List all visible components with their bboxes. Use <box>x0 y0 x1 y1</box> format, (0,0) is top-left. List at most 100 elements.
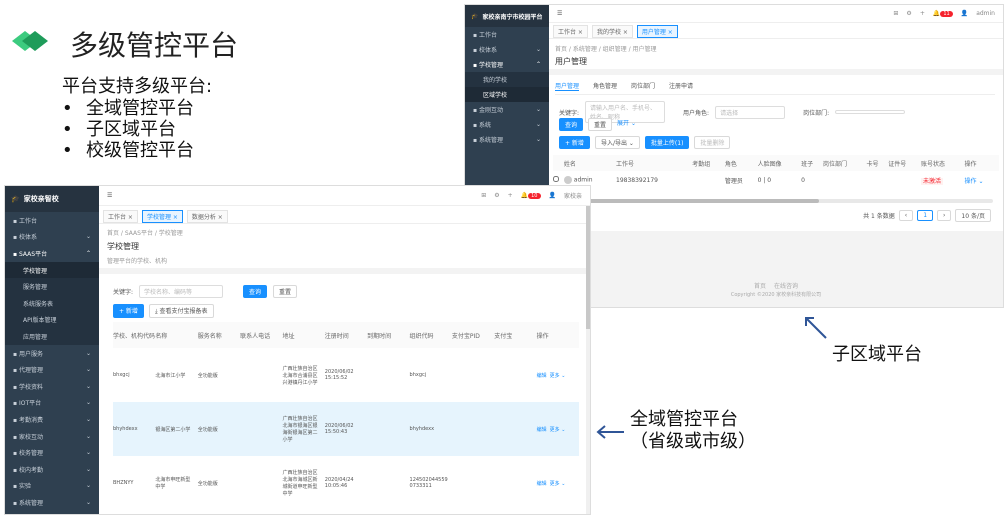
label-sub-region: 子区域平台 <box>832 344 922 365</box>
tab-my-school[interactable]: 我的学校 × <box>591 25 633 38</box>
admin-name[interactable]: admin <box>976 10 995 17</box>
more-dropdown[interactable]: 更多 ⌄ <box>550 427 566 433</box>
bell-icon[interactable]: 🔔 10 <box>521 192 541 199</box>
sidebar-item[interactable]: ▪ 系统管理 ⌄ <box>465 132 549 147</box>
sidebar-item[interactable]: ▪ IOT平台 ⌄ <box>5 395 99 412</box>
subtab-role[interactable]: 角色管理 <box>593 81 617 91</box>
settings-icon[interactable]: ⚙ <box>494 192 499 199</box>
cell-pid <box>452 402 494 456</box>
sidebar-item[interactable]: ▪ 系统管理 ⌄ <box>5 494 99 511</box>
footer-links[interactable]: 首页 在线咨询 <box>549 281 1003 290</box>
row-action-link[interactable]: 操作 ⌄ <box>965 171 999 189</box>
breadcrumb: 首页 / 系统管理 / 组织管理 / 用户管理 <box>555 46 657 53</box>
tab-data-analysis[interactable]: 数据分析 × <box>186 210 228 223</box>
sidebar-item[interactable]: 区域学校 <box>465 87 549 102</box>
next-page-button[interactable]: › <box>937 210 952 221</box>
sidebar-item[interactable]: 应用管理 <box>5 328 99 345</box>
row-checkbox[interactable] <box>553 176 559 182</box>
more-dropdown[interactable]: 更多 ⌄ <box>550 481 566 487</box>
sidebar-item[interactable]: ▪ 校内考勤 ⌄ <box>5 461 99 478</box>
sidebar-item[interactable]: ▪ 校体系 ⌄ <box>5 229 99 246</box>
batch-upload-button[interactable]: 批量上传(1) <box>644 136 690 149</box>
download-report-button[interactable]: ⤓ 查看支付宝报备表 <box>148 304 214 318</box>
graduation-cap-icon: 🎓 <box>471 12 479 20</box>
keyword-input[interactable]: 学校名称、编码等 <box>139 285 224 298</box>
sidebar-item[interactable]: ▪ 用户服务 ⌄ <box>5 345 99 362</box>
batch-delete-button[interactable]: 批量删除 <box>694 136 731 149</box>
reset-button[interactable]: 重置 <box>273 285 298 298</box>
prev-page-button[interactable]: ‹ <box>898 210 914 221</box>
chevron-icon: ⌄ <box>535 121 541 128</box>
subtab-dept[interactable]: 岗位部门 <box>631 81 655 91</box>
reset-button[interactable]: 重置 <box>588 118 613 131</box>
vertical-scrollbar[interactable] <box>586 206 590 514</box>
table-row[interactable]: admin 19838392179 管理员 0 | 0 0 未激活 操作 ⌄ <box>553 171 999 189</box>
chevron-icon: ⌄ <box>85 415 91 423</box>
table-row[interactable]: bhyhdexx 银海区第二小学 全功能版 广西壮族自治区北海市银海区银海街银海区第二… <box>113 402 579 456</box>
sidebar-item[interactable]: ▪ 校体系 ⌄ <box>465 42 549 57</box>
add-button[interactable]: + 新增 <box>113 304 144 318</box>
search-button[interactable]: 查询 <box>559 118 584 131</box>
sidebar-item[interactable]: ▪ 金刚互动 ⌄ <box>465 102 549 117</box>
avatar[interactable]: 👤 <box>961 10 968 17</box>
sidebar-item[interactable]: ▪ 代理管理 ⌄ <box>5 361 99 378</box>
edit-link[interactable]: 编辑 <box>537 373 547 379</box>
header-checkbox[interactable] <box>553 155 564 171</box>
table-row[interactable]: BHZNYY 北海市申旺新型中学 全功能版 广西壮族自治区北海市海城区新城街道申旺新型… <box>113 456 579 510</box>
sidebar-item[interactable]: ▪ 工作台 <box>465 27 549 42</box>
sidebar-item-label: 学校资料 <box>18 383 43 391</box>
sidebar-item[interactable]: ▪ 校务管理 ⌄ <box>5 444 99 461</box>
cell-name: 北海市江小学 <box>155 372 186 379</box>
sidebar-item[interactable]: 我的学校 <box>465 72 549 87</box>
sidebar-item[interactable]: 服务管理 <box>5 278 99 295</box>
page-size-select[interactable]: 10 条/页 <box>955 209 991 222</box>
expand-link[interactable]: 展开 ⌄ <box>617 118 636 131</box>
cell-num: 0 <box>801 176 805 184</box>
subtab-user[interactable]: 用户管理 <box>555 81 580 91</box>
more-dropdown[interactable]: 更多 ⌄ <box>550 373 566 379</box>
sidebar-item[interactable]: ▪ SAAS平台 ⌃ <box>5 245 99 262</box>
add-button[interactable]: + 新增 <box>559 136 590 149</box>
settings-icon[interactable]: ⚙ <box>906 10 911 17</box>
add-icon[interactable]: + <box>920 10 925 17</box>
sidebar-item[interactable]: ▪ 工作台 <box>5 212 99 229</box>
menu-toggle-icon[interactable]: ☰ <box>557 10 562 17</box>
tab-user-management[interactable]: 用户管理 × <box>636 25 678 38</box>
tab-school-management[interactable]: 学校管理 × <box>141 210 183 223</box>
cell-address: 广西壮族自治区北海市海城区新城街道申旺新型中学 <box>282 470 318 497</box>
menu-toggle-icon[interactable]: ☰ <box>107 192 112 199</box>
role-select[interactable]: 请选择 <box>715 105 786 119</box>
subtab-register[interactable]: 注册申请 <box>669 81 693 91</box>
search-button[interactable]: 查询 <box>243 285 268 298</box>
sidebar-item[interactable]: ▪ 学校资料 ⌄ <box>5 378 99 395</box>
dept-select[interactable] <box>835 110 906 114</box>
table-row[interactable]: bhxgcj 北海市江小学 全功能版 广西壮族自治区北海市合浦县区兴港镇丹江小学 202… <box>113 348 579 402</box>
sidebar-item[interactable]: ▪ 家校互动 ⌄ <box>5 428 99 445</box>
fullscreen-icon[interactable]: ⊞ <box>481 192 486 199</box>
slide-intro: 平台支持多级平台: <box>62 76 213 97</box>
tab-workbench[interactable]: 工作台 × <box>553 25 588 38</box>
add-icon[interactable]: + <box>508 192 513 199</box>
sidebar-item[interactable]: ▪ 学校管理 ⌃ <box>465 57 549 72</box>
import-export-button[interactable]: 导入/导出 ⌄ <box>594 136 640 149</box>
page-number[interactable]: 1 <box>917 210 934 221</box>
sidebar-item[interactable]: ▪ 系统 ⌄ <box>465 117 549 132</box>
sidebar-item-label: 应用管理 <box>23 333 48 341</box>
sidebar-item[interactable]: ▪ 实验 ⌄ <box>5 478 99 495</box>
sidebar-item[interactable]: API版本管理 <box>5 311 99 329</box>
sidebar-item[interactable]: ▪ 考勤消费 ⌄ <box>5 411 99 428</box>
bell-icon[interactable]: 🔔 11 <box>933 10 953 17</box>
edit-link[interactable]: 编辑 <box>537 481 547 487</box>
cell-org: bhxgcj <box>409 372 427 378</box>
keyword-label: 关键字: <box>113 289 134 296</box>
avatar[interactable]: 👤 <box>549 192 556 199</box>
tab-workbench[interactable]: 工作台 × <box>103 210 138 223</box>
edit-link[interactable]: 编辑 <box>537 427 547 433</box>
sidebar-item[interactable]: 系统服务表 <box>5 294 99 312</box>
cell-name: 银海区第二小学 <box>155 426 191 433</box>
admin-name[interactable]: 家校亲 <box>564 191 582 200</box>
horizontal-scrollbar[interactable] <box>559 199 993 203</box>
cell-code: BHZNYY <box>113 480 134 486</box>
sidebar-item[interactable]: 学校管理 <box>5 261 99 279</box>
fullscreen-icon[interactable]: ⊞ <box>893 10 898 17</box>
